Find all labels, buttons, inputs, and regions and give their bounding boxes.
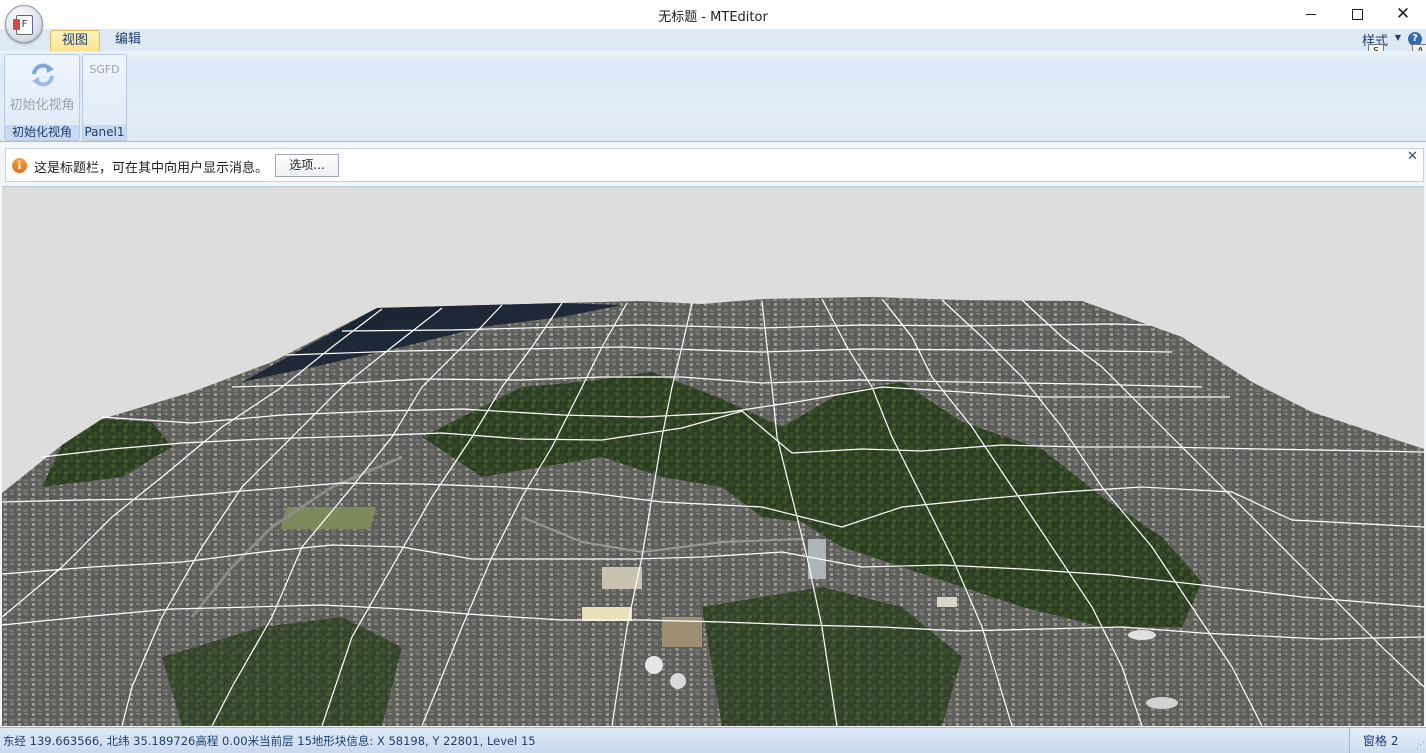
pane-selector[interactable]: 窗格 2 ⋰ bbox=[1349, 728, 1426, 753]
maximize-button[interactable] bbox=[1334, 0, 1380, 29]
tile-info-label: 地形块信息: bbox=[311, 734, 374, 748]
message-bar: i 这是标题栏，可在其中向用户显示消息。 选项... bbox=[5, 148, 1424, 182]
maximize-icon bbox=[1351, 9, 1363, 20]
terrain-render[interactable] bbox=[2, 187, 1424, 726]
facility-building bbox=[582, 607, 632, 621]
close-icon[interactable]: ✕ bbox=[1407, 149, 1423, 164]
latitude-label: 北纬 bbox=[106, 734, 130, 748]
facility-building bbox=[937, 597, 957, 607]
elevation-label: 高程 bbox=[195, 734, 219, 748]
longitude-label: 东经 bbox=[3, 734, 26, 748]
ribbon-group-panel1: SGFD Panel1 bbox=[82, 54, 127, 141]
close-icon: ✕ bbox=[1395, 4, 1411, 24]
status-bar: 东经 139.663566, 北纬 35.189726高程 0.00米当前层 1… bbox=[0, 727, 1426, 753]
application-menu-button[interactable]: F bbox=[5, 5, 43, 43]
group-label-init-view: 初始化视角 bbox=[5, 125, 79, 140]
longitude-value: 139.663566 bbox=[29, 734, 100, 748]
latitude-value: 35.189726 bbox=[133, 734, 196, 748]
close-button[interactable]: ✕ bbox=[1380, 0, 1426, 29]
init-view-button-label: 初始化视角 bbox=[9, 98, 75, 113]
sgfd-button[interactable]: SGFD bbox=[83, 63, 126, 76]
elevation-value: 0.00米 bbox=[222, 734, 260, 748]
info-icon: i bbox=[12, 158, 27, 173]
tab-edit[interactable]: 编辑 bbox=[104, 30, 152, 50]
title-bar: 无标题 - MTEditor ✕ bbox=[0, 0, 1426, 29]
minimize-button[interactable] bbox=[1288, 0, 1334, 29]
ribbon-group-init-view: 初始化视角 初始化视角 bbox=[4, 54, 80, 141]
tab-view[interactable]: 视图 bbox=[50, 30, 101, 51]
message-text: 这是标题栏，可在其中向用户显示消息。 bbox=[34, 161, 269, 176]
app-document-icon: F bbox=[13, 15, 33, 35]
minimize-icon bbox=[1306, 14, 1316, 15]
refresh-icon bbox=[32, 63, 54, 87]
init-view-button[interactable]: 初始化视角 bbox=[7, 57, 77, 117]
tile-info-value: X 58198, Y 22801, Level 15 bbox=[376, 734, 536, 748]
group-label-panel1: Panel1 bbox=[83, 125, 126, 140]
ribbon-tab-row: 视图 编辑 bbox=[0, 29, 1426, 51]
storage-tank bbox=[1146, 697, 1178, 709]
map-3d-view[interactable] bbox=[2, 186, 1424, 726]
level-label: 当前层 bbox=[259, 734, 294, 748]
ribbon: 初始化视角 初始化视角 SGFD Panel1 bbox=[0, 51, 1426, 142]
chevron-down-icon[interactable]: ▼ bbox=[1395, 33, 1401, 42]
storage-tank bbox=[645, 656, 663, 674]
pane-label: 窗格 2 bbox=[1363, 734, 1399, 748]
options-button[interactable]: 选项... bbox=[275, 154, 339, 177]
storage-tank bbox=[1128, 630, 1156, 640]
level-value: 15 bbox=[297, 734, 312, 748]
storage-tank bbox=[670, 673, 686, 689]
resize-grip-icon[interactable]: ⋰ bbox=[1416, 741, 1425, 751]
status-text: 东经 139.663566, 北纬 35.189726高程 0.00米当前层 1… bbox=[3, 733, 536, 749]
window-title: 无标题 - MTEditor bbox=[658, 10, 768, 25]
